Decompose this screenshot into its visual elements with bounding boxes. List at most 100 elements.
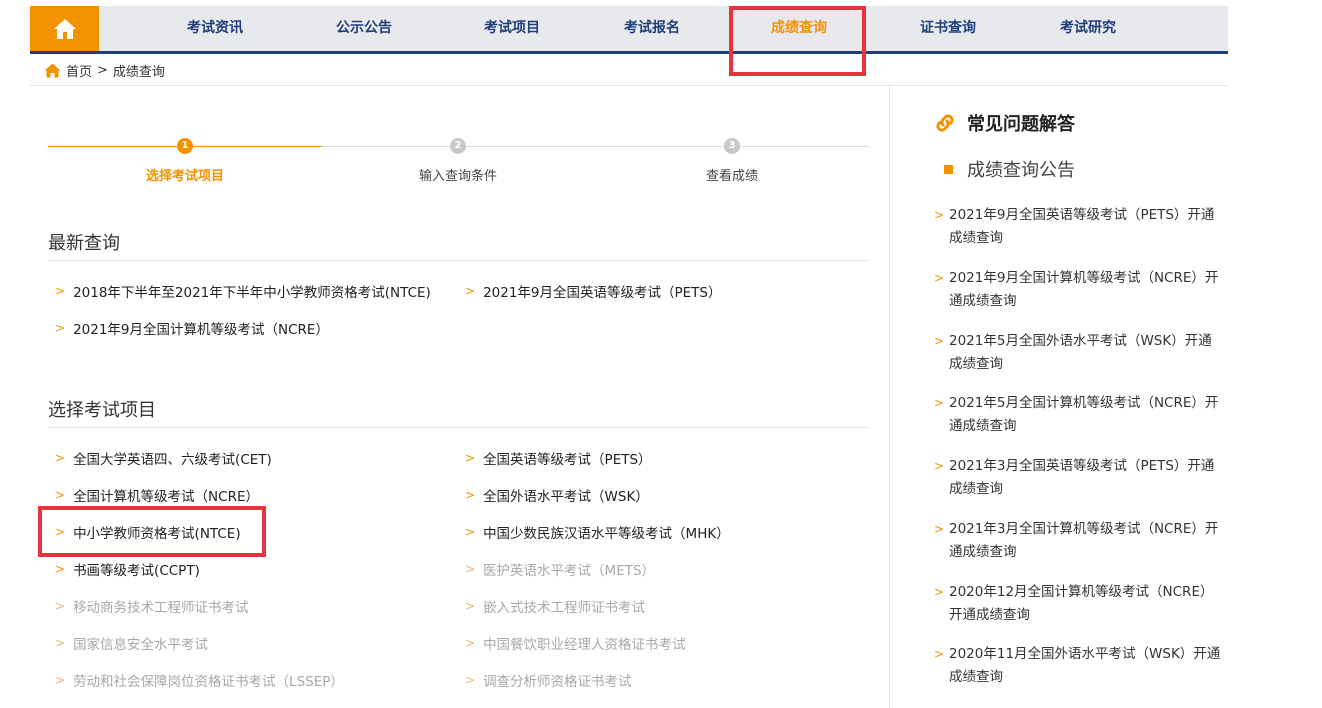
home-icon: [44, 63, 61, 77]
nav-item-announcements[interactable]: 公示公告: [324, 6, 404, 51]
column-divider: [889, 86, 890, 708]
exam-link-label: 劳动和社会保障岗位资格证书考试（LSSEP）: [73, 674, 344, 690]
exam-link-wsk[interactable]: > 全国外语水平考试（WSK）: [465, 485, 649, 505]
exam-link-label: 全国大学英语四、六级考试(CET): [73, 452, 272, 468]
exam-link-label: 医护英语水平考试（METS）: [483, 563, 656, 579]
exam-link-label: 全国外语水平考试（WSK）: [483, 489, 649, 505]
exam-link-label: 移动商务技术工程师证书考试: [73, 600, 249, 616]
exam-link-label: 书画等级考试(CCPT): [73, 563, 200, 579]
exam-link-ntce[interactable]: > 中小学教师资格考试(NTCE): [55, 522, 241, 542]
square-bullet-icon: [944, 164, 953, 174]
exam-link-infosec: > 国家信息安全水平考试: [55, 633, 208, 653]
chevron-right-icon: >: [465, 673, 476, 687]
news-item-text: 2021年5月全国外语水平考试（WSK）开通成绩查询: [949, 333, 1212, 372]
latest-query-label: 2018年下半年至2021年下半年中小学教师资格考试(NTCE): [73, 285, 431, 301]
exam-link-pets[interactable]: > 全国英语等级考试（PETS）: [465, 448, 652, 468]
exam-link-mhk[interactable]: > 中国少数民族汉语水平等级考试（MHK）: [465, 522, 730, 542]
exam-link-label: 中国餐饮职业经理人资格证书考试: [483, 637, 686, 653]
news-item-text: 2021年5月全国计算机等级考试（NCRE）开通成绩查询: [949, 395, 1219, 434]
news-item[interactable]: > 2020年11月全国外语水平考试（WSK）开通成绩查询: [934, 643, 1230, 689]
news-item[interactable]: > 2021年9月全国计算机等级考试（NCRE）开通成绩查询: [934, 267, 1226, 313]
score-announcement-title-text: 成绩查询公告: [967, 160, 1075, 181]
chevron-right-icon: >: [465, 451, 476, 465]
latest-query-label: 2021年9月全国英语等级考试（PETS）: [483, 285, 722, 301]
exam-link-label: 全国计算机等级考试（NCRE）: [73, 489, 259, 505]
chevron-right-icon: >: [465, 488, 476, 502]
chevron-right-icon: >: [55, 636, 66, 650]
step-1-dot: 1: [177, 138, 193, 154]
home-button[interactable]: [30, 6, 99, 51]
chevron-right-icon: >: [934, 647, 945, 661]
nav-item-score-query[interactable]: 成绩查询: [759, 6, 839, 51]
chevron-right-icon: >: [934, 334, 945, 348]
chevron-right-icon: >: [465, 525, 476, 539]
score-announcement-title: 成绩查询公告: [944, 156, 1075, 182]
chevron-right-icon: >: [55, 451, 66, 465]
latest-query-link[interactable]: > 2021年9月全国计算机等级考试（NCRE）: [55, 318, 329, 338]
exam-link-label: 嵌入式技术工程师证书考试: [483, 600, 646, 616]
breadcrumb-divider: [30, 85, 1228, 86]
nav-item-exam-projects[interactable]: 考试项目: [472, 6, 552, 51]
chevron-right-icon: >: [55, 321, 66, 335]
latest-queries-divider: [48, 260, 869, 261]
exam-link-ncre[interactable]: > 全国计算机等级考试（NCRE）: [55, 485, 259, 505]
exam-link-label: 全国英语等级考试（PETS）: [483, 452, 652, 468]
exam-link-lssep: > 劳动和社会保障岗位资格证书考试（LSSEP）: [55, 670, 344, 690]
exam-link-label: 调查分析师资格证书考试: [483, 674, 632, 690]
exam-link-mets: > 医护英语水平考试（METS）: [465, 559, 655, 579]
chevron-right-icon: >: [55, 562, 66, 576]
news-item[interactable]: > 2021年5月全国外语水平考试（WSK）开通成绩查询: [934, 330, 1224, 376]
chevron-right-icon: >: [934, 585, 945, 599]
nav-item-exam-news[interactable]: 考试资讯: [175, 6, 255, 51]
news-item-text: 2020年11月全国外语水平考试（WSK）开通成绩查询: [949, 646, 1221, 685]
home-icon: [53, 18, 76, 39]
chevron-right-icon: >: [465, 599, 476, 613]
nav-item-exam-research[interactable]: 考试研究: [1048, 6, 1128, 51]
exam-link-survey-analyst: > 调查分析师资格证书考试: [465, 670, 632, 690]
step-3-label: 查看成绩: [705, 169, 758, 184]
chevron-right-icon: >: [55, 673, 66, 687]
exam-link-label: 中小学教师资格考试(NTCE): [73, 526, 241, 542]
chevron-right-icon: >: [934, 208, 945, 222]
news-item[interactable]: > 2021年3月全国计算机等级考试（NCRE）开通成绩查询: [934, 518, 1226, 564]
news-item-text: 2021年3月全国计算机等级考试（NCRE）开通成绩查询: [949, 521, 1219, 560]
select-exam-title: 选择考试项目: [48, 400, 156, 421]
step-3-dot: 3: [724, 138, 740, 154]
exam-link-catering: > 中国餐饮职业经理人资格证书考试: [465, 633, 686, 653]
chevron-right-icon: >: [55, 525, 66, 539]
news-item[interactable]: > 2020年12月全国计算机等级考试（NCRE）开通成绩查询: [934, 581, 1226, 627]
news-item-text: 2020年12月全国计算机等级考试（NCRE）开通成绩查询: [949, 584, 1214, 623]
step-line-inactive: [322, 146, 869, 147]
exam-link-ccpt[interactable]: > 书画等级考试(CCPT): [55, 559, 200, 579]
news-item[interactable]: > 2021年3月全国英语等级考试（PETS）开通成绩查询: [934, 455, 1224, 501]
faq-title-text: 常见问题解答: [967, 114, 1075, 135]
chevron-right-icon: >: [55, 488, 66, 502]
latest-queries-title: 最新查询: [48, 233, 120, 254]
exam-link-cet[interactable]: > 全国大学英语四、六级考试(CET): [55, 448, 272, 468]
exam-link-label: 中国少数民族汉语水平等级考试（MHK）: [483, 526, 730, 542]
news-item[interactable]: > 2021年5月全国计算机等级考试（NCRE）开通成绩查询: [934, 392, 1226, 438]
breadcrumb-current: 成绩查询: [112, 64, 165, 80]
chevron-right-icon: >: [55, 599, 66, 613]
chevron-right-icon: >: [465, 284, 476, 298]
chevron-right-icon: >: [465, 562, 476, 576]
breadcrumb-separator: >: [97, 62, 108, 78]
chevron-right-icon: >: [934, 522, 945, 536]
latest-query-link[interactable]: > 2021年9月全国英语等级考试（PETS）: [465, 281, 722, 301]
nav-item-registration[interactable]: 考试报名: [612, 6, 692, 51]
news-item-text: 2021年3月全国英语等级考试（PETS）开通成绩查询: [949, 458, 1215, 497]
chevron-right-icon: >: [934, 396, 945, 410]
link-chain-icon: [936, 114, 954, 132]
latest-query-label: 2021年9月全国计算机等级考试（NCRE）: [73, 322, 329, 338]
step-2-dot: 2: [450, 138, 466, 154]
news-item[interactable]: > 2021年9月全国英语等级考试（PETS）开通成绩查询: [934, 204, 1224, 250]
top-nav: 考试资讯 公示公告 考试项目 考试报名 成绩查询 证书查询 考试研究: [30, 6, 1228, 54]
exam-link-mobile-commerce: > 移动商务技术工程师证书考试: [55, 596, 249, 616]
step-1-label: 选择考试项目: [145, 169, 224, 184]
latest-query-link[interactable]: > 2018年下半年至2021年下半年中小学教师资格考试(NTCE): [55, 281, 431, 301]
chevron-right-icon: >: [934, 271, 945, 285]
chevron-right-icon: >: [465, 636, 476, 650]
nav-item-certificate-query[interactable]: 证书查询: [908, 6, 988, 51]
breadcrumb-home-link[interactable]: 首页: [66, 61, 92, 80]
chevron-right-icon: >: [55, 284, 66, 298]
